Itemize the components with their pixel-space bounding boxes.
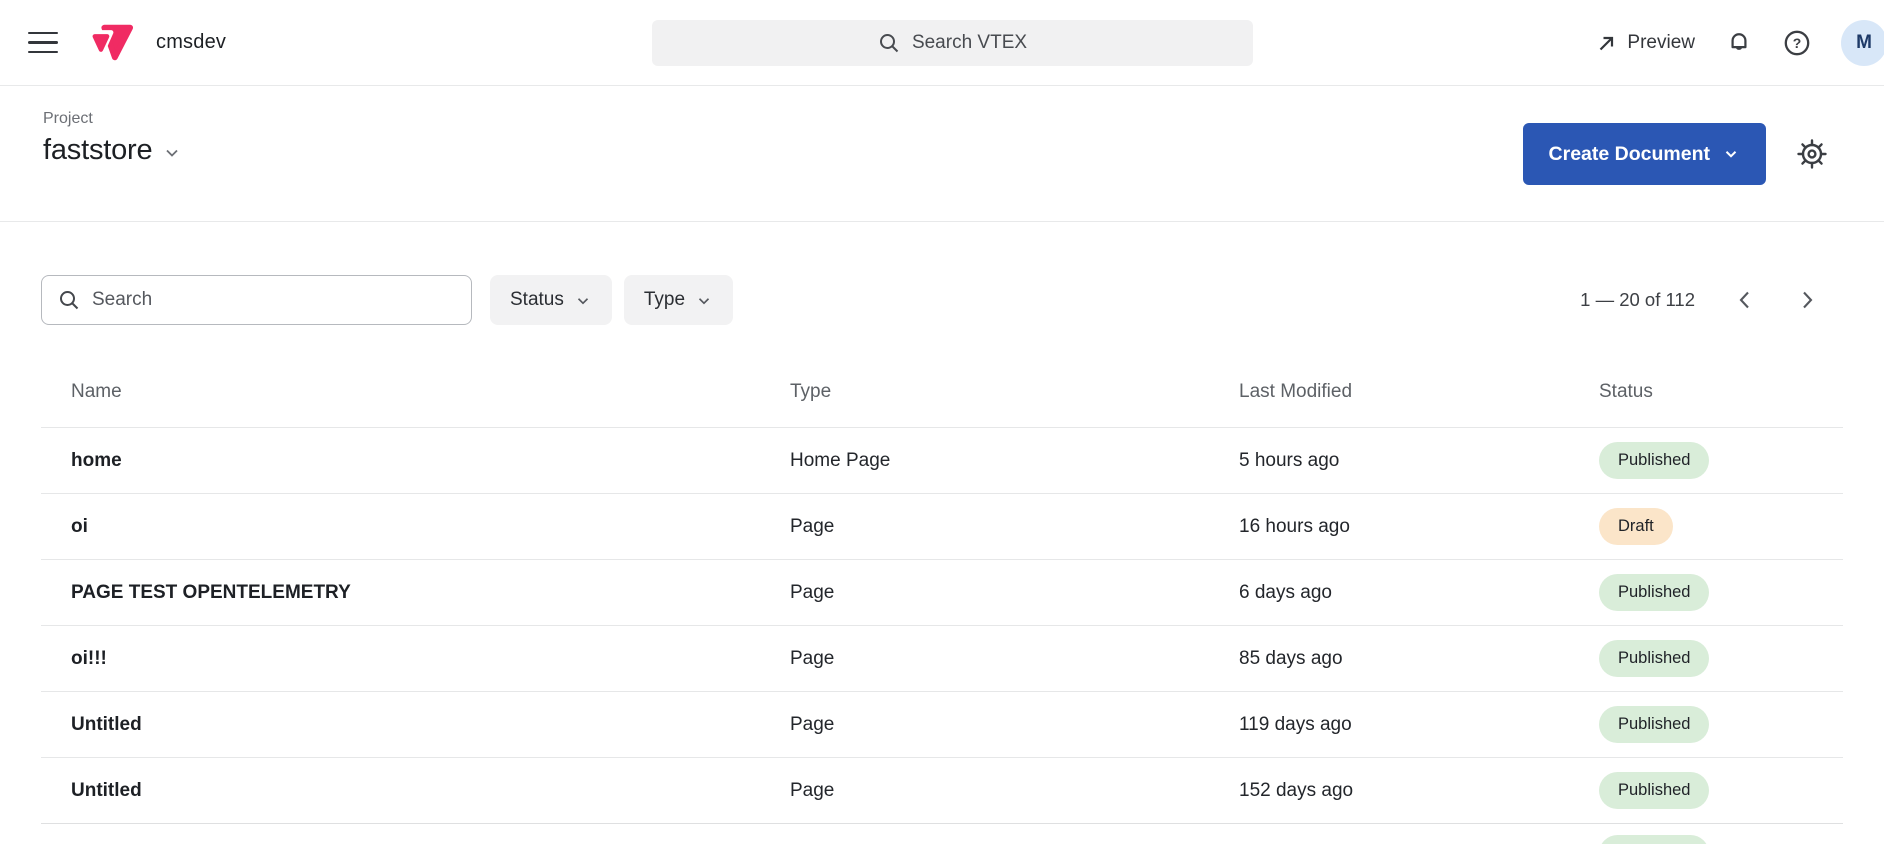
document-name: oi [71, 515, 88, 537]
document-name: Untitled [71, 713, 142, 735]
create-document-button[interactable]: Create Document [1522, 123, 1766, 185]
pagination: 1 — 20 of 112 [1580, 275, 1819, 325]
vtex-logo-icon[interactable] [88, 20, 134, 66]
avatar[interactable]: M [1841, 20, 1884, 66]
project-label: Project [43, 110, 93, 127]
app-name: cmsdev [156, 31, 227, 53]
chevron-down-icon [699, 298, 710, 305]
table-header: Name Type Last Modified Status [41, 357, 1843, 427]
notifications-button[interactable] [1725, 29, 1753, 57]
project-switcher[interactable]: faststore [43, 134, 182, 167]
status-badge: Draft [1599, 508, 1673, 545]
chevron-right-icon [1803, 291, 1813, 309]
document-modified: 85 days ago [1239, 647, 1343, 669]
status-badge: Published [1599, 772, 1710, 809]
document-modified: 16 hours ago [1239, 515, 1350, 537]
project-header: Project faststore Create Document [0, 86, 1884, 222]
search-input[interactable] [92, 289, 455, 311]
documents-panel: Status Type 1 — 20 of 112 Name Type [0, 275, 1884, 844]
topbar-right: Preview ? M [1596, 0, 1884, 86]
document-name: Untitled [71, 779, 142, 801]
external-arrow-icon [1600, 36, 1614, 50]
chevron-down-icon [577, 298, 588, 305]
menu-button[interactable] [26, 29, 60, 57]
create-document-label: Create Document [1548, 142, 1710, 165]
document-modified: 6 days ago [1239, 581, 1332, 603]
status-badge: Published [1599, 835, 1710, 844]
document-type: Page [790, 779, 835, 801]
help-button[interactable]: ? [1783, 29, 1811, 57]
table-row[interactable]: Untitled Page 119 days ago Published [41, 691, 1843, 757]
filter-row: Status Type 1 — 20 of 112 [41, 275, 1843, 325]
chevron-down-icon [1725, 151, 1737, 158]
status-filter-button[interactable]: Status [490, 275, 612, 325]
table-row[interactable]: Untitled Page 152 days ago Published [41, 757, 1843, 823]
global-search-label: Search VTEX [911, 32, 1028, 53]
column-header-type: Type [790, 381, 832, 402]
search-icon [879, 34, 899, 53]
documents-table: Name Type Last Modified Status home Home… [41, 357, 1843, 844]
document-modified: 152 days ago [1239, 779, 1354, 801]
table-row[interactable]: oi Page 16 hours ago Draft [41, 493, 1843, 559]
vtex-cms-screen: cmsdev Search VTEX Preview ? M Project f… [0, 0, 1884, 844]
avatar-initial: M [1856, 32, 1872, 53]
topbar-left: cmsdev [0, 20, 226, 66]
document-type: Page [790, 581, 835, 603]
document-type: Page [790, 515, 835, 537]
table-row[interactable]: oi!!! Page 85 days ago Published [41, 625, 1843, 691]
table-row[interactable]: PAGE TEST OPENTELEMETRY Page 6 days ago … [41, 559, 1843, 625]
chevron-left-icon [1739, 291, 1749, 309]
document-name: oi!!! [71, 647, 107, 669]
status-badge: Published [1599, 574, 1710, 611]
svg-text:?: ? [1793, 35, 1802, 51]
document-type: Page [790, 647, 835, 669]
document-type: Page [790, 713, 835, 735]
project-name: faststore [43, 134, 153, 166]
previous-page-button[interactable] [1733, 288, 1757, 312]
preview-label: Preview [1627, 32, 1695, 53]
gear-icon [1797, 139, 1827, 169]
settings-button[interactable] [1792, 134, 1832, 174]
topbar: cmsdev Search VTEX Preview ? M [0, 0, 1884, 86]
column-header-status: Status [1599, 381, 1653, 402]
table-row[interactable]: home Home Page 5 hours ago Published [41, 427, 1843, 493]
preview-button[interactable]: Preview [1596, 32, 1695, 54]
bell-icon [1731, 33, 1747, 50]
document-type: Home Page [790, 449, 891, 471]
type-filter-button[interactable]: Type [623, 275, 734, 325]
table-row-partial[interactable]: Published [41, 823, 1843, 844]
column-header-name: Name [71, 381, 122, 402]
status-filter-label: Status [510, 289, 564, 310]
global-search-button[interactable]: Search VTEX [652, 20, 1253, 66]
document-modified: 5 hours ago [1239, 449, 1340, 471]
search-icon [60, 291, 79, 310]
type-filter-label: Type [643, 289, 686, 310]
next-page-button[interactable] [1795, 288, 1819, 312]
pagination-count: 1 — 20 of 112 [1580, 289, 1695, 310]
document-name: PAGE TEST OPENTELEMETRY [71, 581, 351, 603]
chevron-down-icon [166, 149, 179, 157]
status-badge: Published [1599, 442, 1710, 479]
question-circle-icon: ? [1784, 30, 1810, 56]
column-header-last-modified: Last Modified [1239, 381, 1353, 402]
document-name: home [71, 449, 122, 471]
document-search-field [41, 275, 472, 325]
document-modified: 119 days ago [1239, 713, 1352, 735]
project-info: Project faststore [43, 110, 182, 167]
status-badge: Published [1599, 640, 1710, 677]
project-actions: Create Document [1522, 86, 1832, 222]
status-badge: Published [1599, 706, 1710, 743]
